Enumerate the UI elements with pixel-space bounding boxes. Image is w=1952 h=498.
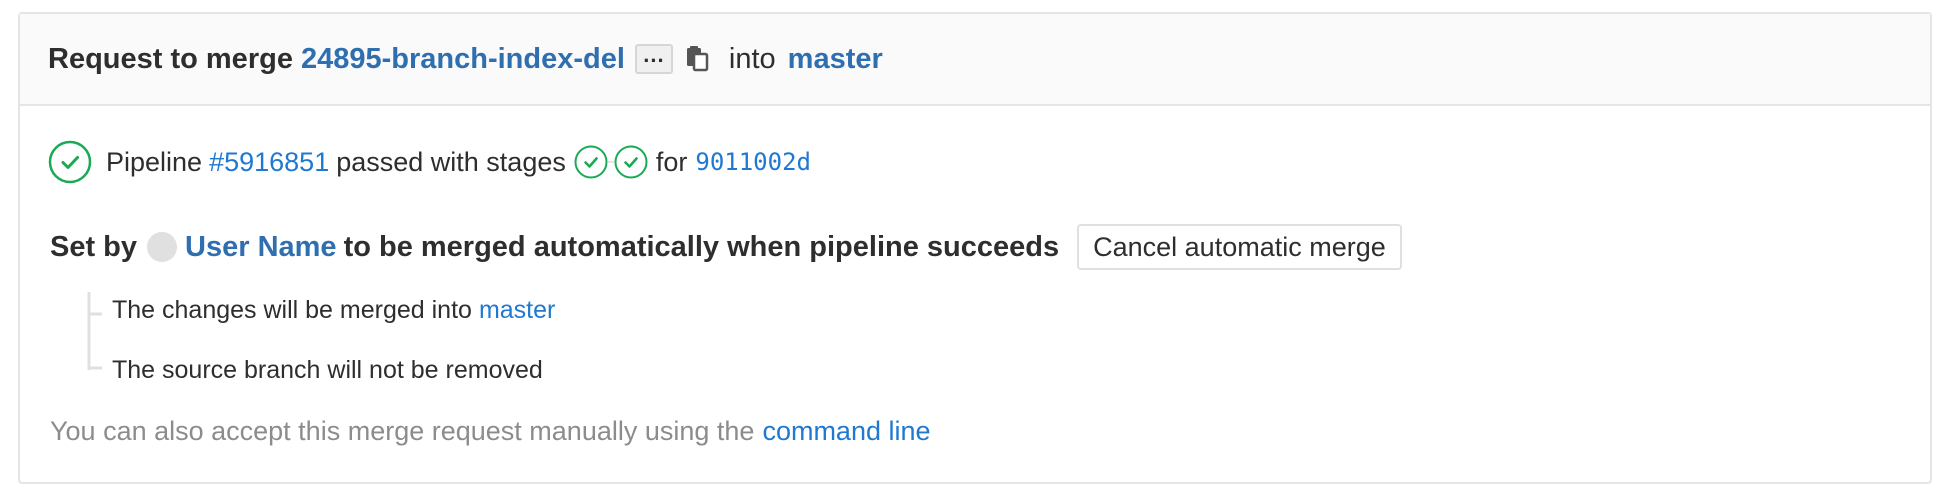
stage-status-success-icon[interactable] <box>574 145 608 179</box>
source-branch-link[interactable]: 24895-branch-index-del <box>301 43 625 76</box>
merged-into-branch-link[interactable]: master <box>479 296 555 325</box>
status-success-icon[interactable] <box>48 140 92 184</box>
merge-request-widget: Request to merge 24895-branch-index-del … <box>18 12 1932 484</box>
merge-target-note: The changes will be merged into master <box>112 296 555 325</box>
header-prefix: Request to merge <box>48 42 293 75</box>
merged-into-text: The changes will be merged into <box>112 296 472 324</box>
pipeline-status-row: Pipeline #5916851 passed with stages for… <box>48 140 811 184</box>
details-tree-lines <box>87 292 102 370</box>
source-branch-note-text: The source branch will not be removed <box>112 356 543 384</box>
source-branch-note: The source branch will not be removed <box>112 356 543 385</box>
expand-branch-button[interactable]: ... <box>634 42 673 74</box>
pipeline-passed-text: passed with stages <box>336 146 566 177</box>
pipeline-for-text: for <box>655 146 688 177</box>
command-line-link[interactable]: command line <box>762 416 930 447</box>
stage-status-success-icon[interactable] <box>614 145 648 179</box>
pipeline-label: Pipeline <box>106 146 203 177</box>
target-branch-link[interactable]: master <box>788 43 883 76</box>
pipeline-id-link[interactable]: #5916851 <box>209 147 329 178</box>
cancel-automatic-merge-button[interactable]: Cancel automatic merge <box>1077 224 1402 270</box>
user-link[interactable]: User Name <box>185 231 337 264</box>
auto-merge-row: Set by User Name to be merged automatica… <box>50 224 1402 270</box>
merge-request-header: Request to merge 24895-branch-index-del … <box>20 14 1930 106</box>
pipeline-stages <box>574 145 648 179</box>
manual-merge-text: You can also accept this merge request m… <box>50 416 755 446</box>
into-text: into <box>728 42 776 75</box>
avatar[interactable] <box>147 232 178 262</box>
commit-sha-link[interactable]: 9011002d <box>695 148 811 176</box>
clipboard-icon[interactable] <box>685 46 709 72</box>
manual-merge-hint: You can also accept this merge request m… <box>50 416 931 447</box>
set-by-text: Set by <box>50 230 138 263</box>
auto-merge-message: to be merged automatically when pipeline… <box>343 230 1060 263</box>
